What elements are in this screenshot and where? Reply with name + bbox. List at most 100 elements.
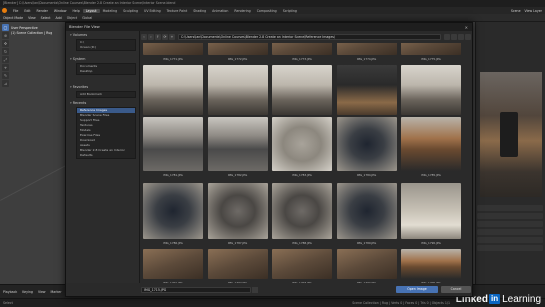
image-thumbnail[interactable]: IMG_1778.JPG: [272, 65, 332, 121]
image-thumbnail[interactable]: IMG_1790.JPG: [401, 183, 461, 245]
sort-icon[interactable]: [451, 34, 457, 40]
display-mode-icon[interactable]: [444, 34, 450, 40]
open-image-button[interactable]: Open Image: [396, 286, 438, 293]
thumbnail-filename: IMG_1793.JPG: [292, 281, 312, 283]
viewport-menu-view[interactable]: View: [28, 16, 36, 20]
scene-selector[interactable]: Scene: [511, 9, 521, 13]
viewport-menu-select[interactable]: Select: [41, 16, 51, 20]
filename-field[interactable]: IMG_1715.JPG: [141, 286, 251, 293]
image-thumbnail[interactable]: IMG_1774.JPG: [336, 43, 397, 61]
volume-item[interactable]: Ocean (D:): [77, 45, 135, 50]
rotate-tool-icon[interactable]: ↻: [2, 48, 9, 55]
parent-directory-icon[interactable]: ↑: [155, 34, 161, 40]
workspace-tab-scripting[interactable]: Scripting: [280, 9, 300, 13]
image-thumbnail[interactable]: IMG_1794.JPG: [336, 249, 397, 283]
image-thumbnail[interactable]: IMG_1791.JPG: [143, 249, 203, 283]
thumbnail-filename: IMG_1790.JPG: [421, 241, 441, 245]
image-thumbnail[interactable]: IMG_1784.JPG: [336, 117, 397, 177]
image-thumbnail[interactable]: IMG_1781.JPG: [143, 117, 203, 177]
cursor-tool-icon[interactable]: ⊕: [2, 32, 9, 39]
viewport-menu-add[interactable]: Add: [56, 16, 62, 20]
reference-image-preview: [480, 72, 542, 197]
image-thumbnail[interactable]: IMG_1782.JPG: [207, 117, 268, 177]
thumbnail-filename: IMG_1783.JPG: [292, 173, 312, 177]
timeline-menu-keying[interactable]: Keying: [22, 290, 33, 294]
image-thumbnail[interactable]: IMG_1795.JPG: [401, 249, 461, 283]
timeline-menu-playback[interactable]: Playback: [3, 290, 17, 294]
workspace-tab-texture-paint[interactable]: Texture Paint: [164, 9, 191, 13]
workspace-tab-rendering[interactable]: Rendering: [231, 9, 253, 13]
thumbnail-image: [272, 43, 332, 55]
section-system[interactable]: System: [70, 57, 86, 61]
image-thumbnail[interactable]: IMG_1771.JPG: [143, 43, 203, 61]
directory-path-field[interactable]: C:\Users\Ian\Documents\Online Courses\Bl…: [178, 34, 441, 40]
workspace-tab-sculpting[interactable]: Sculpting: [120, 9, 141, 13]
image-thumbnail[interactable]: IMG_1783.JPG: [272, 117, 332, 177]
workspace-tab-uv-editing[interactable]: UV Editing: [141, 9, 164, 13]
forward-icon[interactable]: ›: [148, 34, 154, 40]
menu-render[interactable]: Render: [34, 9, 51, 13]
blender-logo-icon[interactable]: [2, 8, 7, 13]
image-thumbnail[interactable]: IMG_1777.JPG: [207, 65, 268, 121]
image-thumbnail[interactable]: IMG_1786.JPG: [143, 183, 203, 245]
increment-filename-icon[interactable]: [252, 286, 258, 293]
property-row[interactable]: [477, 221, 543, 227]
image-thumbnail[interactable]: IMG_1776.JPG: [143, 65, 203, 121]
cancel-button[interactable]: Cancel: [441, 286, 471, 293]
select-box-tool-icon[interactable]: ▢: [2, 24, 9, 31]
property-row[interactable]: [477, 205, 543, 211]
image-thumbnail[interactable]: IMG_1792.JPG: [207, 249, 268, 283]
image-thumbnail[interactable]: IMG_1779.JPG: [336, 65, 397, 121]
property-row[interactable]: [477, 245, 543, 251]
image-thumbnail[interactable]: IMG_1789.JPG: [336, 183, 397, 245]
section-volumes[interactable]: Volumes: [70, 33, 87, 37]
image-thumbnail[interactable]: IMG_1787.JPG: [207, 183, 268, 245]
property-row[interactable]: [477, 229, 543, 235]
menu-window[interactable]: Window: [51, 9, 70, 13]
property-row[interactable]: [477, 213, 543, 219]
image-thumbnail[interactable]: IMG_1772.JPG: [207, 43, 268, 61]
menu-file[interactable]: File: [10, 9, 21, 13]
settings-gear-icon[interactable]: [465, 34, 471, 40]
workspace-tab-layout[interactable]: Layout: [82, 8, 100, 13]
section-favorites[interactable]: Favorites: [70, 85, 88, 89]
viewport-menu-object[interactable]: Object: [67, 16, 77, 20]
scale-tool-icon[interactable]: ⤢: [2, 56, 9, 63]
measure-tool-icon[interactable]: ⊿: [2, 80, 9, 87]
menu-edit[interactable]: Edit: [21, 9, 33, 13]
workspace-tab-shading[interactable]: Shading: [190, 9, 209, 13]
workspace-tab-modeling[interactable]: Modeling: [100, 9, 121, 13]
new-folder-icon[interactable]: +: [169, 34, 175, 40]
annotate-tool-icon[interactable]: ✎: [2, 72, 9, 79]
transform-orientation-dropdown[interactable]: Global: [82, 16, 92, 20]
image-thumbnail[interactable]: IMG_1773.JPG: [272, 43, 332, 61]
filter-icon[interactable]: [458, 34, 464, 40]
image-thumbnail[interactable]: IMG_1780.JPG: [401, 65, 461, 121]
property-row[interactable]: [477, 237, 543, 243]
timeline-menu-view[interactable]: View: [38, 290, 46, 294]
object-mode-dropdown[interactable]: Object Mode: [3, 16, 23, 20]
timeline-menu-marker[interactable]: Marker: [51, 290, 62, 294]
back-icon[interactable]: ‹: [141, 34, 147, 40]
thumbnail-filename: IMG_1772.JPG: [227, 57, 248, 61]
workspace-tab-compositing[interactable]: Compositing: [254, 9, 280, 13]
refresh-icon[interactable]: ⟳: [162, 34, 168, 40]
collection-info: (1) Scene Collection | Rug: [11, 30, 53, 35]
workspace-tab-animation[interactable]: Animation: [209, 9, 231, 13]
logo-in: in: [488, 294, 501, 304]
recent-item[interactable]: Defaults: [77, 153, 135, 158]
view-layer-selector[interactable]: View Layer: [525, 9, 542, 13]
thumbnail-filename: IMG_1792.JPG: [227, 281, 248, 283]
menu-help[interactable]: Help: [69, 9, 82, 13]
section-recents[interactable]: Recents: [70, 101, 86, 105]
image-thumbnail[interactable]: IMG_1775.JPG: [401, 43, 461, 61]
transform-tool-icon[interactable]: ⌖: [2, 64, 9, 71]
image-thumbnail[interactable]: IMG_1793.JPG: [272, 249, 332, 283]
image-thumbnail[interactable]: IMG_1785.JPG: [401, 117, 461, 177]
close-icon[interactable]: ✕: [465, 25, 468, 30]
image-thumbnail[interactable]: IMG_1788.JPG: [272, 183, 332, 245]
add-bookmark-button[interactable]: Add Bookmark: [77, 92, 135, 97]
move-tool-icon[interactable]: ✥: [2, 40, 9, 47]
system-item[interactable]: Desktop: [77, 69, 135, 74]
logo-learning: Learning: [502, 293, 541, 305]
